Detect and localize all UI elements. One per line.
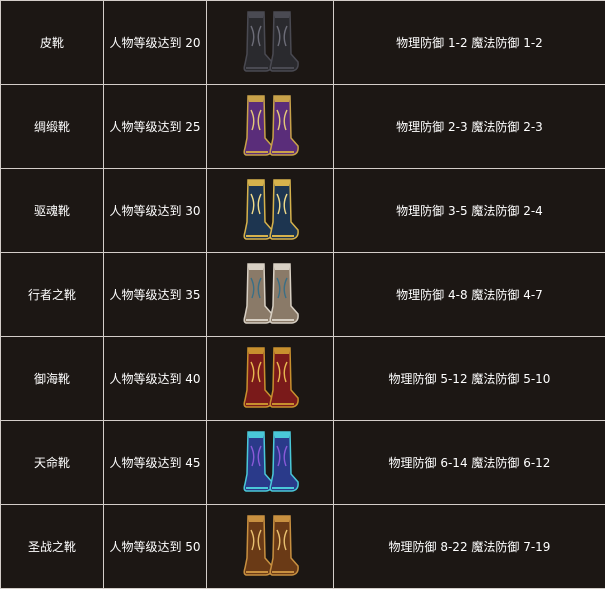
item-stats: 物理防御 2-3 魔法防御 2-3 xyxy=(333,84,605,169)
item-name: 绸缎靴 xyxy=(0,84,104,169)
item-image-cell xyxy=(206,420,334,505)
crusade-boots-icon xyxy=(243,514,299,576)
item-stats: 物理防御 4-8 魔法防御 4-7 xyxy=(333,252,605,337)
item-name: 驱魂靴 xyxy=(0,168,104,253)
table-row: 绸缎靴 人物等级达到 25 物理防御 2-3 魔法防御 2-3 xyxy=(0,84,605,169)
table-row: 行者之靴 人物等级达到 35 物理防御 4-8 魔法防御 4-7 xyxy=(0,252,605,337)
item-stats: 物理防御 3-5 魔法防御 2-4 xyxy=(333,168,605,253)
item-name: 天命靴 xyxy=(0,420,104,505)
item-requirement: 人物等级达到 40 xyxy=(103,336,207,421)
item-requirement: 人物等级达到 30 xyxy=(103,168,207,253)
silk-boots-icon xyxy=(243,94,299,156)
item-image-cell xyxy=(206,168,334,253)
table-row: 驱魂靴 人物等级达到 30 物理防御 3-5 魔法防御 2-4 xyxy=(0,168,605,253)
item-requirement: 人物等级达到 50 xyxy=(103,504,207,589)
walker-boots-icon xyxy=(243,262,299,324)
table-row: 皮靴 人物等级达到 20 物理防御 1-2 魔法防御 1-2 xyxy=(0,0,605,85)
equipment-table-body: 皮靴 人物等级达到 20 物理防御 1-2 魔法防御 1-2 绸缎靴 人物等级达… xyxy=(0,0,605,589)
item-stats: 物理防御 1-2 魔法防御 1-2 xyxy=(333,0,605,85)
item-image-cell xyxy=(206,0,334,85)
item-name: 皮靴 xyxy=(0,0,104,85)
table-row: 圣战之靴 人物等级达到 50 物理防御 8-22 魔法防御 7-19 xyxy=(0,504,605,589)
table-row: 天命靴 人物等级达到 45 物理防御 6-14 魔法防御 6-12 xyxy=(0,420,605,505)
item-image-cell xyxy=(206,84,334,169)
item-requirement: 人物等级达到 45 xyxy=(103,420,207,505)
table-row: 御海靴 人物等级达到 40 物理防御 5-12 魔法防御 5-10 xyxy=(0,336,605,421)
item-requirement: 人物等级达到 35 xyxy=(103,252,207,337)
equipment-table: 皮靴 人物等级达到 20 物理防御 1-2 魔法防御 1-2 绸缎靴 人物等级达… xyxy=(0,0,605,589)
sea-boots-icon xyxy=(243,346,299,408)
item-image-cell xyxy=(206,504,334,589)
destiny-boots-icon xyxy=(243,430,299,492)
item-name: 圣战之靴 xyxy=(0,504,104,589)
item-requirement: 人物等级达到 25 xyxy=(103,84,207,169)
item-stats: 物理防御 6-14 魔法防御 6-12 xyxy=(333,420,605,505)
item-stats: 物理防御 5-12 魔法防御 5-10 xyxy=(333,336,605,421)
soul-boots-icon xyxy=(243,178,299,240)
item-image-cell xyxy=(206,252,334,337)
item-requirement: 人物等级达到 20 xyxy=(103,0,207,85)
item-stats: 物理防御 8-22 魔法防御 7-19 xyxy=(333,504,605,589)
item-name: 行者之靴 xyxy=(0,252,104,337)
leather-boots-icon xyxy=(243,10,299,72)
item-name: 御海靴 xyxy=(0,336,104,421)
item-image-cell xyxy=(206,336,334,421)
